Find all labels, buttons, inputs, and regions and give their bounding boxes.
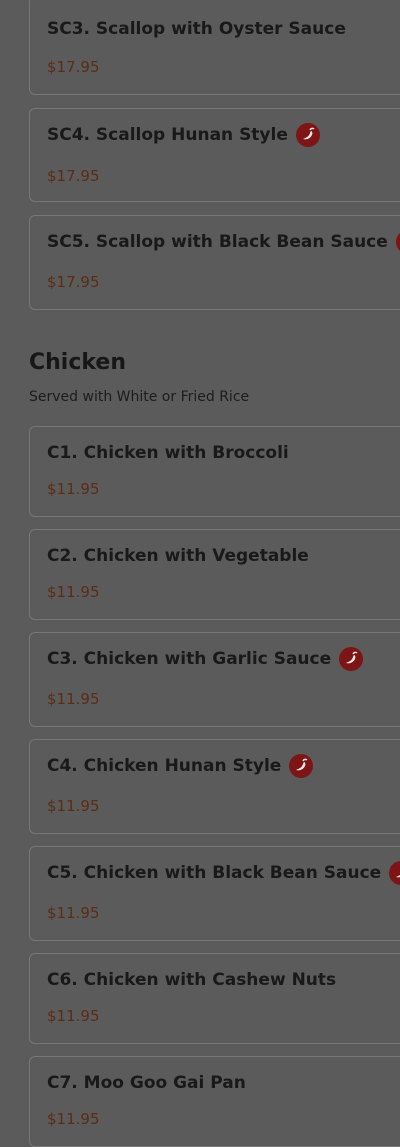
menu-item-card[interactable]: C6. Chicken with Cashew Nuts $11.95: [29, 953, 400, 1044]
menu-item-name: C2. Chicken with Vegetable: [47, 546, 309, 566]
menu-item-title: C7. Moo Goo Gai Pan: [47, 1073, 246, 1093]
menu-item-name: C7. Moo Goo Gai Pan: [47, 1073, 246, 1093]
menu-item-price: $17.95: [47, 58, 100, 76]
category-subtitle: Served with White or Fried Rice: [29, 389, 250, 405]
chili-pepper-icon: [395, 230, 400, 254]
menu-item-card[interactable]: SC5. Scallop with Black Bean Sauce $17.9…: [29, 215, 400, 310]
menu-item-card[interactable]: C3. Chicken with Garlic Sauce $11.95: [29, 632, 400, 727]
menu-item-price: $11.95: [47, 797, 100, 815]
menu-item-price: $11.95: [47, 904, 100, 922]
menu-item-title: C2. Chicken with Vegetable: [47, 546, 309, 566]
menu-item-price: $11.95: [47, 583, 100, 601]
chili-pepper-icon: [289, 754, 314, 778]
menu-item-card[interactable]: C5. Chicken with Black Bean Sauce $11.95: [29, 846, 400, 941]
menu-item-name: SC5. Scallop with Black Bean Sauce: [47, 232, 388, 252]
chili-pepper-icon: [339, 647, 364, 671]
menu-item-title: C1. Chicken with Broccoli: [47, 443, 289, 463]
menu-item-title: SC3. Scallop with Oyster Sauce: [47, 19, 346, 39]
menu-item-title: SC4. Scallop Hunan Style: [47, 123, 320, 147]
chili-pepper-icon: [295, 123, 320, 147]
menu-item-name: C1. Chicken with Broccoli: [47, 443, 289, 463]
menu-item-title: C3. Chicken with Garlic Sauce: [47, 647, 364, 671]
menu-item-name: C3. Chicken with Garlic Sauce: [47, 649, 332, 669]
menu-item-price: $11.95: [47, 690, 100, 708]
chili-pepper-icon: [389, 861, 400, 885]
menu-item-price: $11.95: [47, 1110, 100, 1128]
category-title: Chicken: [29, 350, 127, 375]
menu-item-title: C5. Chicken with Black Bean Sauce: [47, 861, 400, 885]
menu-item-price: $17.95: [47, 273, 100, 291]
menu-item-name: SC3. Scallop with Oyster Sauce: [47, 19, 346, 39]
menu-item-name: C6. Chicken with Cashew Nuts: [47, 970, 337, 990]
menu-item-name: C5. Chicken with Black Bean Sauce: [47, 863, 382, 883]
menu-item-price: $17.95: [47, 167, 100, 185]
menu-item-title: C6. Chicken with Cashew Nuts: [47, 970, 336, 990]
menu-item-card[interactable]: SC3. Scallop with Oyster Sauce $17.95: [29, 0, 400, 95]
menu-item-title: SC5. Scallop with Black Bean Sauce: [47, 230, 400, 254]
menu-item-card[interactable]: C1. Chicken with Broccoli $11.95: [29, 426, 400, 517]
menu-item-card[interactable]: SC4. Scallop Hunan Style $17.95: [29, 108, 400, 202]
menu-item-title: C4. Chicken Hunan Style: [47, 754, 314, 778]
menu-item-card[interactable]: C4. Chicken Hunan Style $11.95: [29, 739, 400, 834]
menu-item-price: $11.95: [47, 1007, 100, 1025]
menu-item-name: C4. Chicken Hunan Style: [47, 756, 282, 776]
menu-item-card[interactable]: C2. Chicken with Vegetable $11.95: [29, 529, 400, 620]
menu-item-name: SC4. Scallop Hunan Style: [47, 125, 288, 145]
menu-item-card[interactable]: C7. Moo Goo Gai Pan $11.95: [29, 1056, 400, 1147]
menu-item-price: $11.95: [47, 480, 100, 498]
